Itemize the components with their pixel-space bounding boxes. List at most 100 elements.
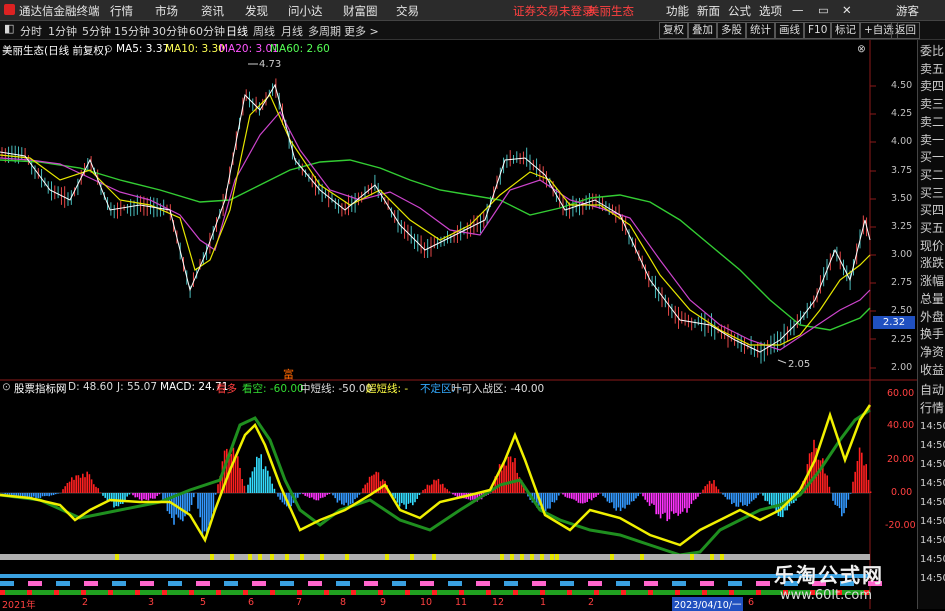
price-tick: 4.50	[891, 80, 912, 91]
histogram-bar	[7, 493, 9, 495]
strip-mark	[423, 590, 428, 595]
side-panel-item[interactable]: 买三	[920, 186, 945, 200]
strip-mark	[702, 590, 707, 595]
tab-monthly[interactable]: 月线	[281, 23, 303, 39]
strip-mark	[270, 554, 274, 560]
side-panel-item[interactable]: 买五	[920, 221, 945, 235]
side-panel-item[interactable]: 买一	[920, 150, 945, 164]
side-panel-item[interactable]: 14:50	[920, 496, 945, 510]
side-panel-item[interactable]: 外盘	[920, 310, 945, 324]
chart-area[interactable]: 4.73 2.05 富	[0, 40, 917, 609]
indicator-yeke: 叶可入战区: -40.00	[451, 381, 544, 396]
histogram-bar	[859, 448, 861, 493]
overlay-button[interactable]: 叠加	[688, 22, 717, 39]
strip-mark	[112, 581, 126, 586]
menu-function[interactable]: 功能	[666, 3, 689, 19]
tab-daily[interactable]: 日线	[226, 23, 248, 39]
chart-settings-icon[interactable]: ⊗	[857, 43, 866, 55]
low-label: 2.05	[788, 359, 810, 370]
histogram-bar	[334, 493, 336, 498]
strip-mark	[387, 590, 392, 595]
menu-wealth[interactable]: 财富圈	[343, 3, 378, 19]
side-panel-item[interactable]: 14:50	[920, 458, 945, 472]
side-panel-item[interactable]: 14:50	[920, 572, 945, 586]
login-status[interactable]: 证券交易未登录	[513, 3, 594, 19]
menu-trade[interactable]: 交易	[396, 3, 419, 19]
strip-mark	[196, 581, 210, 586]
side-panel-item[interactable]: 总量	[920, 292, 945, 306]
tab-fenshi[interactable]: 分时	[20, 23, 42, 39]
price-tick: 2.00	[891, 362, 912, 373]
side-panel-item[interactable]: 卖一	[920, 133, 945, 147]
histogram-bar	[675, 493, 677, 513]
histogram-bar	[352, 493, 354, 503]
strip-mark	[72, 590, 77, 595]
side-panel-item[interactable]: 卖五	[920, 62, 945, 76]
strip-mark	[378, 590, 383, 595]
stats-button[interactable]: 统计	[746, 22, 775, 39]
side-panel-item[interactable]: 14:50	[920, 477, 945, 491]
side-panel-item[interactable]: 现价	[920, 239, 945, 253]
side-panel-item[interactable]: 14:50	[920, 534, 945, 548]
side-panel-item[interactable]: 买四	[920, 203, 945, 217]
side-panel-item[interactable]: 14:50	[920, 439, 945, 453]
menu-quote[interactable]: 行情	[110, 3, 133, 19]
side-panel-item[interactable]: 卖四	[920, 79, 945, 93]
histogram-bar	[454, 493, 456, 496]
side-panel-item[interactable]: 委比	[920, 44, 945, 58]
menu-options[interactable]: 选项	[759, 3, 782, 19]
tab-weekly[interactable]: 周线	[253, 23, 275, 39]
side-panel-item[interactable]: 净资	[920, 345, 945, 359]
strip-mark	[261, 590, 266, 595]
menu-new-page[interactable]: 新面	[697, 3, 720, 19]
strip-mark	[230, 554, 234, 560]
tab-1min[interactable]: 1分钟	[48, 23, 77, 39]
minimize-icon[interactable]: —	[792, 3, 804, 17]
back-button[interactable]: 返回	[891, 22, 920, 39]
strip-mark	[710, 554, 714, 560]
guest-user[interactable]: 游客	[896, 3, 919, 19]
histogram-bar	[69, 482, 71, 493]
side-panel-item[interactable]: 14:50	[920, 420, 945, 434]
tab-multi-period[interactable]: 多周期	[308, 23, 341, 39]
restore-icon[interactable]: ▭	[818, 3, 829, 17]
side-panel-item[interactable]: 卖三	[920, 97, 945, 111]
indicator-toggle-icon[interactable]: ⊙	[2, 381, 11, 393]
side-panel-item[interactable]: 收益	[920, 363, 945, 377]
menu-news[interactable]: 资讯	[201, 3, 224, 19]
menu-ask[interactable]: 问小达	[288, 3, 323, 19]
mark-button[interactable]: 标记	[831, 22, 860, 39]
side-panel-item[interactable]: 涨跌	[920, 256, 945, 270]
f10-button[interactable]: F10	[804, 22, 831, 39]
side-panel-item[interactable]: 换手	[920, 327, 945, 341]
tab-60min[interactable]: 60分钟	[189, 23, 225, 39]
histogram-bar	[408, 493, 410, 504]
adjust-button[interactable]: 复权	[659, 22, 688, 39]
histogram-bar	[549, 493, 551, 509]
menu-discover[interactable]: 发现	[245, 3, 268, 19]
histogram-bar	[551, 493, 553, 502]
tab-more[interactable]: 更多 >	[344, 23, 379, 39]
close-icon[interactable]: ✕	[842, 3, 852, 17]
histogram-bar	[178, 493, 180, 518]
side-panel-item[interactable]: 涨幅	[920, 274, 945, 288]
strip-mark	[644, 581, 658, 586]
side-panel-item[interactable]: 卖二	[920, 115, 945, 129]
tab-30min[interactable]: 30分钟	[152, 23, 188, 39]
indicator-name[interactable]: 股票指标网	[14, 381, 67, 396]
side-panel-item[interactable]: 行情	[920, 401, 945, 415]
layout-icon[interactable]: ◧	[4, 22, 14, 35]
multi-stock-button[interactable]: 多股	[717, 22, 746, 39]
tab-15min[interactable]: 15分钟	[114, 23, 150, 39]
draw-button[interactable]: 画线	[775, 22, 804, 39]
histogram-bar	[180, 493, 182, 520]
side-panel-item[interactable]: 14:50	[920, 515, 945, 529]
tab-5min[interactable]: 5分钟	[82, 23, 111, 39]
side-panel-item[interactable]: 买二	[920, 168, 945, 182]
side-panel-item[interactable]: 自动	[920, 383, 945, 397]
menu-formula[interactable]: 公式	[728, 3, 751, 19]
menu-market[interactable]: 市场	[155, 3, 178, 19]
side-panel-item[interactable]: 14:50	[920, 553, 945, 567]
histogram-bar	[699, 493, 701, 494]
ma-toggle-icon[interactable]: ⊙	[104, 43, 113, 55]
